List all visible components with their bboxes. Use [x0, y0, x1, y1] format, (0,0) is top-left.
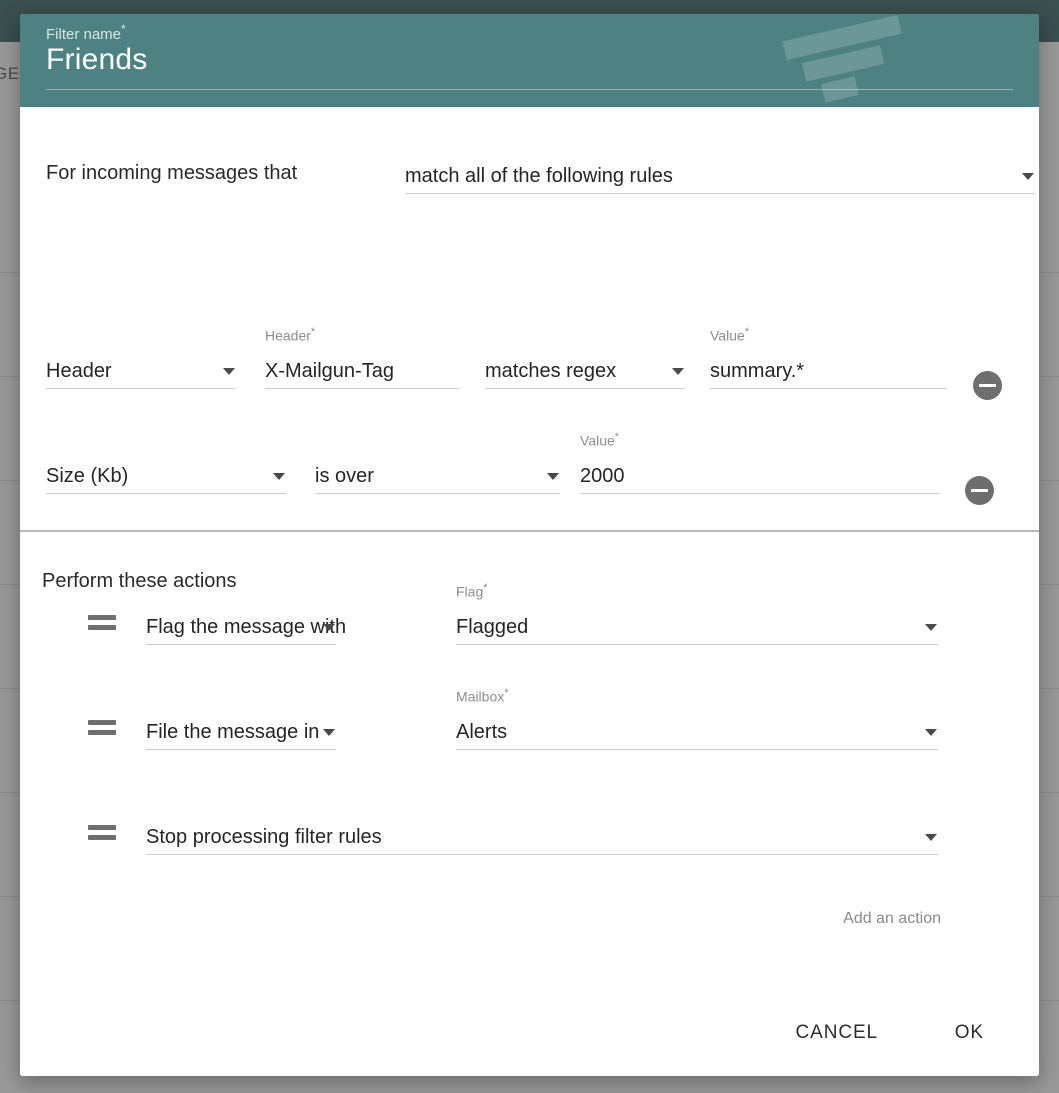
condition-2-value-value: 2000	[580, 465, 625, 487]
chevron-down-icon	[1022, 173, 1034, 180]
action-2-param-label: Mailbox*	[456, 687, 509, 705]
chevron-down-icon	[273, 473, 285, 480]
condition-1-criterion-value: Header	[46, 360, 112, 382]
add-action-label[interactable]: Add an action	[843, 910, 941, 928]
action-1-param-value: Flagged	[456, 616, 529, 638]
chevron-down-icon	[925, 834, 937, 841]
filter-name-input[interactable]: Friends	[46, 43, 147, 77]
match-mode-lead-text: For incoming messages that	[46, 162, 298, 184]
chevron-down-icon	[323, 729, 335, 736]
action-2-action-value: File the message in	[146, 721, 320, 743]
action-2-param-select[interactable]: Mailbox* Alerts	[456, 687, 938, 750]
dialog-footer: CANCEL OK	[20, 1000, 1039, 1076]
condition-1-header-value: X-Mailgun-Tag	[265, 360, 394, 382]
match-mode-row: For incoming messages that match all of …	[20, 153, 1039, 201]
condition-1-value-value: summary.*	[710, 360, 805, 382]
action-2-drag-handle-icon[interactable]	[88, 720, 116, 736]
chevron-down-icon	[925, 624, 937, 631]
condition-2-criterion-value: Size (Kb)	[46, 465, 129, 487]
filter-edit-dialog: Filter name* Friends For incoming messag…	[20, 14, 1039, 1076]
condition-2-value-label: Value*	[580, 431, 620, 449]
action-3-action-select[interactable]: Stop processing filter rules	[146, 817, 938, 855]
action-2-action-select[interactable]: File the message in	[146, 712, 336, 750]
chevron-down-icon	[223, 368, 235, 375]
action-1-drag-handle-icon[interactable]	[88, 615, 116, 631]
filter-name-label-text: Filter name	[46, 26, 122, 43]
action-1-param-label: Flag*	[456, 582, 488, 600]
action-1-action-select[interactable]: Flag the message with	[146, 607, 346, 645]
match-mode-select[interactable]: match all of the following rules	[405, 156, 1035, 194]
cancel-button[interactable]: CANCEL	[796, 1022, 878, 1044]
ok-button[interactable]: OK	[955, 1022, 984, 1044]
condition-2-operator-select[interactable]: is over	[315, 456, 560, 494]
condition-2-remove-button[interactable]	[965, 476, 994, 505]
action-1-action-value: Flag the message with	[146, 616, 347, 638]
condition-2-criterion-select[interactable]: Size (Kb)	[46, 456, 286, 494]
condition-1-operator-value: matches regex	[485, 360, 617, 382]
conditions-pane: For incoming messages that match all of …	[20, 107, 1039, 588]
filter-name-label: Filter name*	[46, 22, 126, 43]
condition-1-remove-button[interactable]	[973, 371, 1002, 400]
action-2-param-value: Alerts	[456, 721, 508, 743]
actions-pane: Perform these actions Flag the message w…	[20, 532, 1039, 1076]
match-mode-value: match all of the following rules	[405, 165, 673, 187]
condition-1-value-field[interactable]: Value* summary.*	[710, 326, 947, 389]
condition-2-operator-value: is over	[315, 465, 374, 487]
required-asterisk: *	[121, 22, 126, 36]
condition-1-value-label: Value*	[710, 326, 750, 344]
filter-funnel-logo-icon	[751, 14, 941, 107]
condition-1-operator-select[interactable]: matches regex	[485, 351, 685, 389]
condition-2-value-field[interactable]: Value* 2000	[580, 431, 940, 494]
chevron-down-icon	[925, 729, 937, 736]
condition-1-criterion-select[interactable]: Header	[46, 351, 236, 389]
chevron-down-icon	[547, 473, 559, 480]
chevron-down-icon	[672, 368, 684, 375]
condition-1-header-label: Header*	[265, 326, 316, 344]
dialog-header: Filter name* Friends	[20, 14, 1039, 107]
actions-title: Perform these actions	[42, 570, 237, 592]
action-1-param-select[interactable]: Flag* Flagged	[456, 582, 938, 645]
action-3-action-value: Stop processing filter rules	[146, 826, 382, 848]
action-3-drag-handle-icon[interactable]	[88, 825, 116, 841]
condition-1-header-field[interactable]: Header* X-Mailgun-Tag	[265, 326, 460, 389]
chevron-down-icon	[323, 624, 335, 631]
filter-name-underline	[46, 89, 1013, 90]
